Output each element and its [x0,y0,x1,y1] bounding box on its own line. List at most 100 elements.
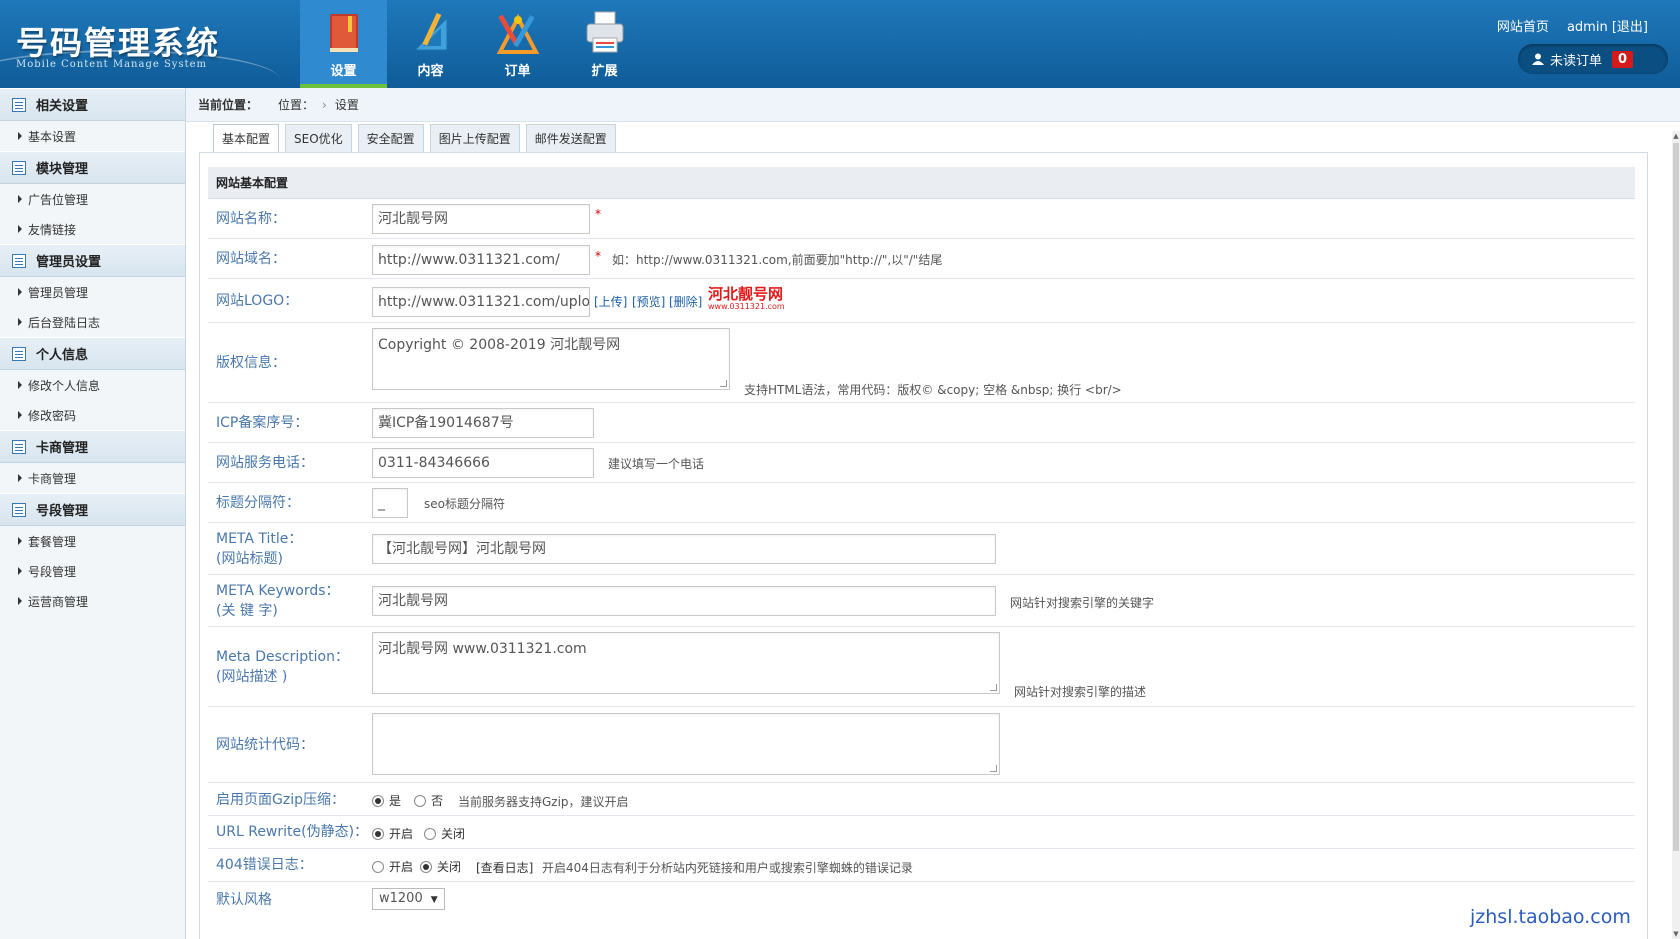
sidebar-group-title: 模块管理 [36,162,89,177]
sidebar-item-change-password[interactable]: 修改密码 [0,400,185,430]
row-meta-title: META Title： (网站标题) 【河北靓号网】河北靓号网 [208,523,1635,575]
site-domain-input[interactable]: http://www.0311321.com/ [372,245,590,275]
nav-extend[interactable]: 扩展 [561,0,648,88]
nav-label: 扩展 [591,64,618,79]
resize-grip-icon[interactable] [990,684,997,691]
radio-label: 关闭 [441,827,466,841]
sidebar-group-header[interactable]: 个人信息 [0,337,185,370]
resize-grip-icon[interactable] [990,765,997,772]
row-404-log: 404错误日志： 开启 关闭 [查看日志] 开启404日志有利于分析站内死链接和… [208,849,1635,882]
sidebar-item-ad-slots[interactable]: 广告位管理 [0,184,185,214]
sidebar-item-label: 修改个人信息 [28,378,101,393]
field-label: 网站服务电话： [216,455,314,471]
phone-hint: 建议填写一个电话 [608,457,705,471]
required-mark: * [595,207,601,221]
settings-form: 网站基本配置 网站名称： 河北靓号网 * 网站域名： http://www.03… [199,152,1648,939]
unread-orders-button[interactable]: 未读订单 0 [1518,44,1668,74]
tab-seo[interactable]: SEO优化 [285,124,352,152]
gzip-no-radio[interactable]: 否 [414,792,443,809]
phone-input[interactable]: 0311-84346666 [372,448,594,478]
scroll-down-icon[interactable]: ▼ [1672,929,1680,939]
resize-grip-icon[interactable] [720,380,727,387]
page-scrollbar[interactable]: ▲ ▼ [1672,131,1680,939]
chevron-down-icon: ▼ [430,895,438,905]
list-icon [12,160,26,175]
sidebar-group-card-vendors: 卡商管理 卡商管理 [0,430,185,493]
nav-settings[interactable]: 设置 [300,0,387,88]
field-label: 404错误日志： [216,857,313,873]
sidebar-item-card-vendor-manage[interactable]: 卡商管理 [0,463,185,493]
row-icp: ICP备案序号： 冀ICP备19014687号 [208,403,1635,443]
sidebar-item-edit-profile[interactable]: 修改个人信息 [0,370,185,400]
meta-title-input[interactable]: 【河北靓号网】河北靓号网 [372,534,996,564]
printer-icon [586,11,623,53]
sidebar-group-modules: 模块管理 广告位管理 友情链接 [0,151,185,244]
nav-orders[interactable]: 订单 [474,0,561,88]
field-sublabel: (关 键 字) [216,603,278,619]
sidebar-group-title: 卡商管理 [36,441,89,456]
stat-code-textarea[interactable] [372,713,1000,775]
breadcrumb: 当前位置： 位置： › 设置 [186,88,1680,122]
row-site-name: 网站名称： 河北靓号网 * [208,199,1635,239]
scroll-thumb[interactable] [1673,143,1679,851]
gzip-yes-radio[interactable]: 是 [372,792,401,809]
logo-preview-url: www.0311321.com [708,302,785,311]
sidebar-group-header[interactable]: 相关设置 [0,88,185,121]
sidebar-item-carriers[interactable]: 运营商管理 [0,586,185,616]
domain-hint: 如：http://www.0311321.com,前面要加"http://",以… [612,253,943,267]
row-copyright: 版权信息： Copyright © 2008-2019 河北靓号网 支持HTML… [208,323,1635,403]
scroll-up-icon[interactable]: ▲ [1672,131,1680,141]
tab-security[interactable]: 安全配置 [357,124,424,152]
upload-link[interactable]: [上传] [594,293,627,310]
tab-basic[interactable]: 基本配置 [213,124,280,152]
rewrite-on-radio[interactable]: 开启 [372,825,413,842]
sidebar-group-header[interactable]: 号段管理 [0,493,185,526]
radio-checked-icon [420,860,432,873]
separator-input[interactable]: _ [372,488,408,518]
sidebar-group-header[interactable]: 卡商管理 [0,430,185,463]
delete-link[interactable]: [删除] [669,293,702,310]
breadcrumb-location: 位置： [278,98,315,112]
radio-label: 开启 [389,827,414,841]
logout-link[interactable]: [退出] [1612,20,1648,35]
sidebar-group-header[interactable]: 管理员设置 [0,244,185,277]
preview-link[interactable]: [预览] [632,293,665,310]
tab-image-upload[interactable]: 图片上传配置 [429,124,520,152]
sidebar-group-admins: 管理员设置 管理员管理 后台登陆日志 [0,244,185,337]
nav-content[interactable]: 内容 [387,0,474,88]
field-label: ICP备案序号： [216,415,309,431]
log404-off-radio[interactable]: 关闭 [420,858,461,875]
log404-on-radio[interactable]: 开启 [372,858,413,875]
site-name-input[interactable]: 河北靓号网 [372,204,590,234]
sidebar-group-number-segments: 号段管理 套餐管理 号段管理 运营商管理 [0,493,185,616]
list-icon [12,439,26,454]
radio-label: 是 [389,794,402,808]
meta-keywords-input[interactable]: 河北靓号网 [372,586,996,616]
sidebar-group-header[interactable]: 模块管理 [0,151,185,184]
site-logo-input[interactable]: http://www.0311321.com/upload [372,287,590,317]
site-home-link[interactable]: 网站首页 [1497,20,1549,35]
theme-select[interactable]: w1200 ▼ [372,888,445,910]
nav-label: 设置 [330,64,357,79]
icp-input[interactable]: 冀ICP备19014687号 [372,408,594,438]
radio-checked-icon [372,794,384,807]
rewrite-off-radio[interactable]: 关闭 [424,825,465,842]
radio-label: 关闭 [437,860,462,874]
radio-checked-icon [372,827,384,840]
copyright-textarea[interactable]: Copyright © 2008-2019 河北靓号网 [372,328,730,390]
sidebar-item-segments[interactable]: 号段管理 [0,556,185,586]
row-stat-code: 网站统计代码： [208,707,1635,783]
sidebar-item-friend-links[interactable]: 友情链接 [0,214,185,244]
tab-mail[interactable]: 邮件发送配置 [525,124,616,152]
sidebar-item-login-log[interactable]: 后台登陆日志 [0,307,185,337]
meta-description-textarea[interactable]: 河北靓号网 www.0311321.com [372,632,1000,694]
sidebar-item-admin-manage[interactable]: 管理员管理 [0,277,185,307]
sidebar-item-label: 套餐管理 [28,534,77,549]
sidebar-item-basic-settings[interactable]: 基本设置 [0,121,185,151]
view-log-link[interactable]: [查看日志] [476,859,533,876]
top-links: 网站首页 admin [退出] [1483,16,1648,35]
field-label: 网站LOGO： [216,293,299,309]
sidebar-item-packages[interactable]: 套餐管理 [0,526,185,556]
field-sublabel: (网站描述 ) [216,669,288,685]
row-phone: 网站服务电话： 0311-84346666 建议填写一个电话 [208,443,1635,483]
